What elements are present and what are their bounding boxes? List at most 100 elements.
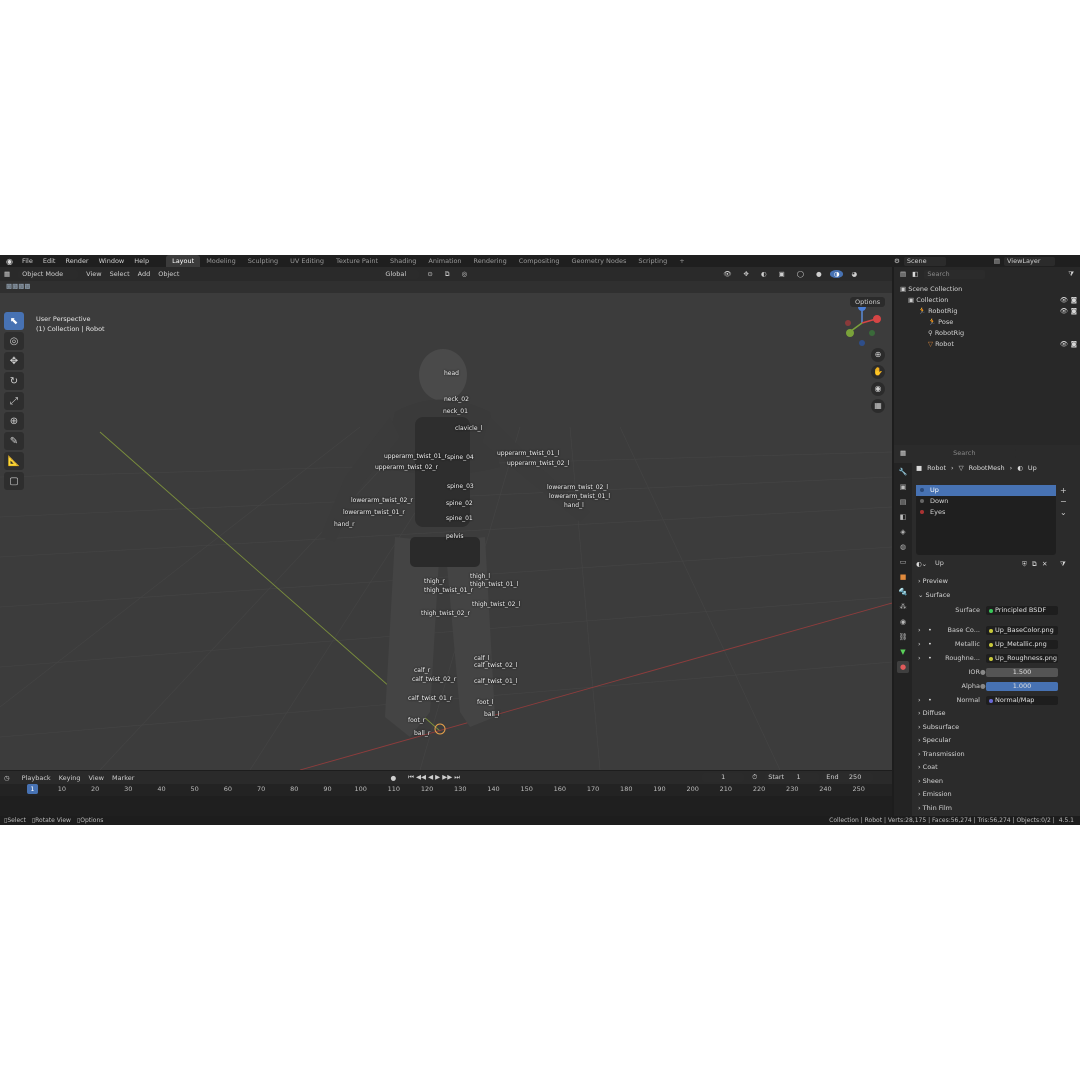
tool-tab-icon[interactable]: 🔧	[897, 466, 909, 478]
section-transmission[interactable]: › Transmission	[918, 750, 965, 758]
editor-type-icon[interactable]: ▦	[0, 270, 14, 278]
transform-orientation-dropdown[interactable]: Global	[381, 269, 420, 279]
material-browse-icon[interactable]: ◐⌄	[916, 559, 927, 570]
gizmo-toggle-icon[interactable]: ✥	[739, 270, 752, 278]
fake-user-icon[interactable]: ⛨	[1022, 559, 1027, 570]
timeline-editor-icon[interactable]: ◷	[0, 774, 14, 782]
slot-menu-icon[interactable]: ⌄	[1060, 507, 1067, 518]
select-box-icon[interactable]: ▩▩▩▩	[6, 282, 31, 290]
keyframe-area[interactable]	[0, 796, 892, 816]
tab-compositing[interactable]: Compositing	[513, 255, 566, 267]
timeline-menu-keying[interactable]: Keying	[55, 774, 85, 782]
tab-rendering[interactable]: Rendering	[468, 255, 513, 267]
preview-panel-header[interactable]: › Preview	[918, 577, 948, 585]
outliner-item-robotrig[interactable]: 🏃 RobotRig 👁 ◙	[894, 306, 1080, 317]
shading-solid-icon[interactable]: ●	[812, 270, 826, 278]
expand-icon[interactable]: ›	[918, 695, 921, 706]
particles-tab-icon[interactable]: ⁂	[897, 601, 909, 613]
collection-tab-icon[interactable]: ▭	[897, 556, 909, 568]
timeline-menu-playback[interactable]: Playback	[18, 774, 55, 782]
menu-file[interactable]: File	[17, 255, 38, 267]
move-tool-icon[interactable]: ✥	[4, 352, 24, 370]
constraints-tab-icon[interactable]: ⛓	[897, 631, 909, 643]
physics-tab-icon[interactable]: ◉	[897, 616, 909, 628]
outliner-search-input[interactable]: Search	[924, 269, 986, 279]
expand-icon[interactable]: ›	[918, 625, 921, 636]
camera-view-icon[interactable]: ◉	[871, 382, 885, 396]
tab-scripting[interactable]: Scripting	[632, 255, 673, 267]
scene-tab-icon[interactable]: ◈	[897, 526, 909, 538]
visibility-eye-icon[interactable]: 👁	[1060, 306, 1068, 317]
render-camera-icon[interactable]: ◙	[1071, 306, 1077, 317]
current-frame-field[interactable]: 1	[702, 773, 745, 782]
material-tab-icon[interactable]: ●	[897, 661, 909, 673]
timeline-menu-view[interactable]: View	[85, 774, 108, 782]
scene-field[interactable]: Scene	[903, 256, 946, 266]
view-layer-icon[interactable]: ▤	[994, 257, 1000, 265]
viewport-menu-object[interactable]: Object	[154, 270, 183, 278]
mode-dropdown[interactable]: Object Mode	[18, 269, 79, 279]
material-slot[interactable]: Up	[916, 485, 1056, 496]
select-tool-icon[interactable]: ⬉	[4, 312, 24, 330]
display-mode-icon[interactable]: ◧	[912, 270, 918, 278]
annotate-tool-icon[interactable]: ✎	[4, 432, 24, 450]
tab-shading[interactable]: Shading	[384, 255, 422, 267]
proportional-edit-icon[interactable]: ◎	[458, 270, 472, 278]
menu-help[interactable]: Help	[129, 255, 154, 267]
unlink-material-icon[interactable]: ✕	[1042, 559, 1047, 570]
properties-editor-icon[interactable]: ▦	[900, 449, 906, 457]
section-coat[interactable]: › Coat	[918, 763, 938, 771]
viewport-menu-select[interactable]: Select	[106, 270, 134, 278]
3d-cursor-icon[interactable]	[434, 723, 446, 735]
texture-field[interactable]: Up_BaseColor.png	[986, 626, 1058, 635]
overlays-icon[interactable]: ◐	[757, 270, 771, 278]
surface-shader-field[interactable]: Principled BSDF	[986, 606, 1058, 615]
section-sheen[interactable]: › Sheen	[918, 777, 943, 785]
scene-collection-row[interactable]: ▣ Scene Collection	[894, 284, 1080, 295]
output-tab-icon[interactable]: ▤	[897, 496, 909, 508]
data-tab-icon[interactable]: ▼	[897, 646, 909, 658]
menu-render[interactable]: Render	[60, 255, 93, 267]
pan-hand-icon[interactable]: ✋	[871, 365, 885, 379]
tab-geometry-nodes[interactable]: Geometry Nodes	[566, 255, 633, 267]
options-button[interactable]: Options	[850, 297, 886, 307]
view-layer-field[interactable]: ViewLayer	[1003, 256, 1055, 266]
section-diffuse[interactable]: › Diffuse	[918, 709, 945, 717]
world-tab-icon[interactable]: ◍	[897, 541, 909, 553]
ior-field[interactable]: 1.500	[986, 668, 1058, 677]
material-slot[interactable]: Down	[916, 496, 1056, 507]
grid-view-icon[interactable]: ▦	[871, 399, 885, 413]
viewport-menu-view[interactable]: View	[82, 270, 105, 278]
alpha-field[interactable]: 1.000	[986, 682, 1058, 691]
material-slot-list[interactable]: Up Down Eyes	[916, 485, 1056, 555]
pivot-icon[interactable]: ⊙	[423, 270, 436, 278]
tab-modeling[interactable]: Modeling	[200, 255, 242, 267]
render-camera-icon[interactable]: ◙	[1071, 339, 1077, 350]
tab-animation[interactable]: Animation	[422, 255, 467, 267]
tab-uv-editing[interactable]: UV Editing	[284, 255, 330, 267]
outliner-item-robot[interactable]: ▽ Robot 👁 ◙	[894, 339, 1080, 350]
material-slot[interactable]: Eyes	[916, 507, 1056, 518]
alpha-socket-icon[interactable]: ●	[980, 681, 986, 692]
remove-slot-icon[interactable]: −	[1060, 496, 1067, 507]
visibility-eye-icon[interactable]: 👁	[1060, 295, 1068, 306]
visibility-eye-icon[interactable]: 👁	[1060, 339, 1068, 350]
material-name-field[interactable]: Up	[932, 559, 1022, 568]
surface-panel-header[interactable]: ⌄ Surface	[918, 591, 950, 599]
view-layer-tab-icon[interactable]: ◧	[897, 511, 909, 523]
menu-edit[interactable]: Edit	[38, 255, 61, 267]
3d-viewport[interactable]: ▦ Object Mode View Select Add Object Global…	[0, 267, 892, 770]
add-cube-tool-icon[interactable]: ▢	[4, 472, 24, 490]
measure-tool-icon[interactable]: 📐	[4, 452, 24, 470]
texture-field[interactable]: Up_Metallic.png	[986, 640, 1058, 649]
section-subsurface[interactable]: › Subsurface	[918, 723, 959, 731]
outliner-editor-icon[interactable]: ▤	[900, 270, 906, 278]
blender-logo-icon[interactable]: ◉	[6, 257, 13, 266]
object-tab-icon[interactable]: ■	[897, 571, 909, 583]
playhead[interactable]: 1	[27, 784, 38, 794]
normal-field[interactable]: Normal/Map	[986, 696, 1058, 705]
transform-tool-icon[interactable]: ⊕	[4, 412, 24, 430]
xray-icon[interactable]: ▣	[775, 270, 789, 278]
scene-icon[interactable]: ⚙	[894, 257, 900, 265]
snap-icon[interactable]: ⧉	[441, 270, 454, 279]
